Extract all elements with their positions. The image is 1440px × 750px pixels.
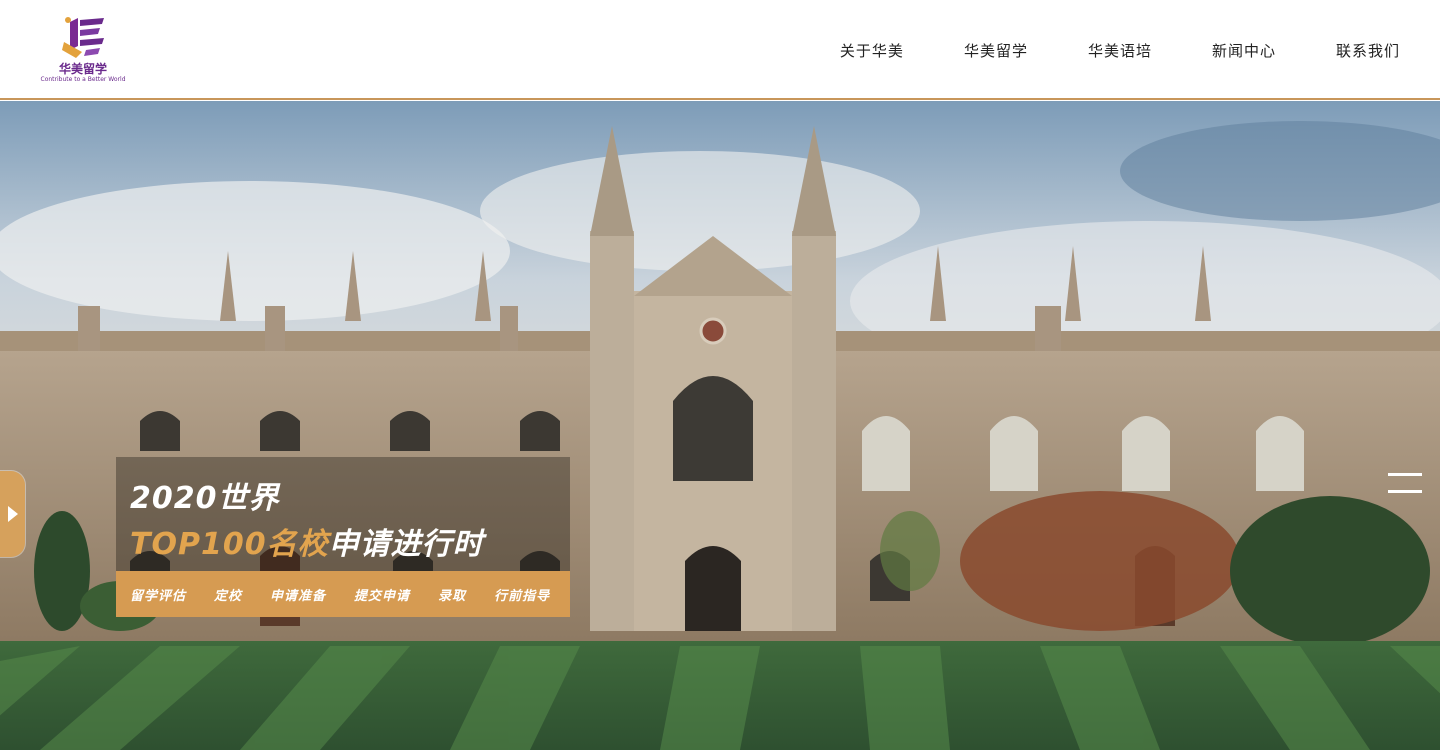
menu-icon[interactable] bbox=[1388, 473, 1422, 495]
step-school-selection[interactable]: 定校 bbox=[214, 585, 242, 604]
play-arrow-icon bbox=[7, 506, 18, 522]
step-preparation[interactable]: 申请准备 bbox=[270, 585, 326, 604]
site-header: 华美留学 Contribute to a Better World 关于华美 华… bbox=[0, 0, 1440, 100]
process-steps-bar: 留学评估 定校 申请准备 提交申请 录取 行前指导 bbox=[116, 571, 570, 617]
promo-headline-rest: 申请进行时 bbox=[328, 527, 484, 562]
logo-name: 华美留学 bbox=[58, 62, 107, 76]
main-nav: 关于华美 华美留学 华美语培 新闻中心 联系我们 bbox=[840, 0, 1400, 100]
promo-headline-panel: 2020世界 TOP100名校申请进行时 bbox=[116, 457, 570, 571]
step-pre-departure[interactable]: 行前指导 bbox=[494, 585, 550, 604]
hero-background-image bbox=[0, 101, 1440, 750]
step-submit-application[interactable]: 提交申请 bbox=[354, 585, 410, 604]
promo-headline-year: 2020世界 bbox=[130, 481, 280, 516]
nav-item-study-abroad[interactable]: 华美留学 bbox=[964, 40, 1028, 61]
logo-icon bbox=[62, 17, 104, 58]
nav-item-contact[interactable]: 联系我们 bbox=[1336, 40, 1400, 61]
step-assessment[interactable]: 留学评估 bbox=[130, 585, 186, 604]
nav-item-language-training[interactable]: 华美语培 bbox=[1088, 40, 1152, 61]
side-expand-tab[interactable] bbox=[0, 471, 25, 557]
promo-banner: 2020世界 TOP100名校申请进行时 留学评估 定校 申请准备 提交申请 录… bbox=[116, 457, 570, 617]
logo-tagline: Contribute to a Better World bbox=[40, 76, 126, 83]
nav-item-about[interactable]: 关于华美 bbox=[840, 40, 904, 61]
nav-item-news[interactable]: 新闻中心 bbox=[1212, 40, 1276, 61]
hero-banner: 2020世界 TOP100名校申请进行时 留学评估 定校 申请准备 提交申请 录… bbox=[0, 101, 1440, 750]
step-admission[interactable]: 录取 bbox=[438, 585, 466, 604]
promo-headline-main: TOP100名校申请进行时 bbox=[130, 519, 484, 563]
brand-logo[interactable]: 华美留学 Contribute to a Better World bbox=[40, 12, 126, 88]
promo-headline-highlight: TOP100名校 bbox=[130, 527, 329, 562]
